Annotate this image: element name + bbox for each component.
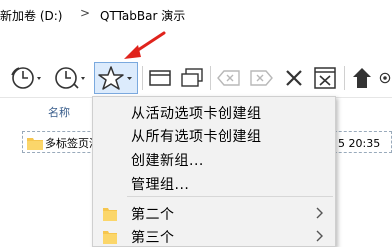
close-tab-button[interactable] (280, 62, 308, 94)
history-clock-dropdown-icon (11, 67, 41, 89)
menu-separator (127, 196, 333, 197)
close-window-icon (314, 67, 336, 89)
close-x-icon (286, 70, 302, 86)
recent-clock-dropdown-icon (55, 67, 85, 89)
settings-icon (379, 72, 391, 84)
folder-icon (103, 208, 117, 221)
menu-item-group-from-all-tabs[interactable]: 从所有选项卡创建组 (93, 124, 335, 146)
close-left-tabs-button[interactable] (214, 62, 244, 94)
chevron-right-icon (316, 207, 323, 219)
toolbar-separator (344, 66, 345, 90)
menu-item-manage-groups[interactable]: 管理组... (93, 172, 335, 194)
menu-item-label: 第二个 (131, 207, 175, 223)
new-window-icon (149, 70, 171, 86)
close-right-tabs-button[interactable] (246, 62, 276, 94)
menu-item-group-third[interactable]: 第三个 (93, 225, 335, 247)
menu-item-label: 从所有选项卡创建组 (131, 129, 262, 145)
close-window-button[interactable] (310, 62, 340, 94)
clone-window-button[interactable] (178, 62, 206, 94)
settings-button[interactable] (378, 62, 392, 94)
menu-item-label: 管理组... (131, 177, 190, 193)
menu-item-label: 第三个 (131, 230, 175, 246)
menu-item-create-new-group[interactable]: 创建新组... (93, 148, 335, 170)
favorites-star-dropdown-icon (98, 66, 132, 90)
folder-icon (27, 138, 43, 150)
history-clock-dropdown-button[interactable] (6, 62, 46, 94)
favorites-group-menu: 从活动选项卡创建组 从所有选项卡创建组 创建新组... 管理组... 第二个 第… (92, 96, 336, 247)
toolbar-separator (142, 66, 143, 90)
menu-item-group-second[interactable]: 第二个 (93, 202, 335, 224)
clone-window-icon (181, 68, 203, 87)
backspace-right-icon (250, 70, 273, 86)
up-arrow-icon (353, 68, 371, 88)
address-bar[interactable]: 新加卷 (D:) > QTTabBar 演示 (0, 0, 392, 30)
new-window-button[interactable] (146, 62, 174, 94)
folder-icon (103, 231, 117, 244)
toolbar-separator (210, 66, 211, 90)
annotation-arrow-icon (124, 31, 166, 59)
recent-clock-dropdown-button[interactable] (50, 62, 90, 94)
breadcrumb-folder[interactable]: QTTabBar 演示 (100, 7, 185, 24)
column-header-name[interactable]: 名称 (48, 104, 70, 120)
menu-item-group-from-active-tab[interactable]: 从活动选项卡创建组 (93, 101, 335, 123)
favorites-star-dropdown-button[interactable] (94, 62, 138, 94)
menu-item-label: 从活动选项卡创建组 (131, 106, 262, 122)
up-folder-button[interactable] (348, 62, 376, 94)
backspace-left-icon (217, 70, 240, 86)
chevron-right-icon (316, 230, 323, 242)
list-item-date: 5 20:35 (338, 137, 381, 150)
menu-item-label: 创建新组... (131, 153, 204, 169)
breadcrumb-chevron-icon[interactable]: > (80, 6, 90, 20)
qttabbar-toolbar (0, 58, 392, 98)
breadcrumb-drive[interactable]: 新加卷 (D:) (0, 7, 62, 24)
